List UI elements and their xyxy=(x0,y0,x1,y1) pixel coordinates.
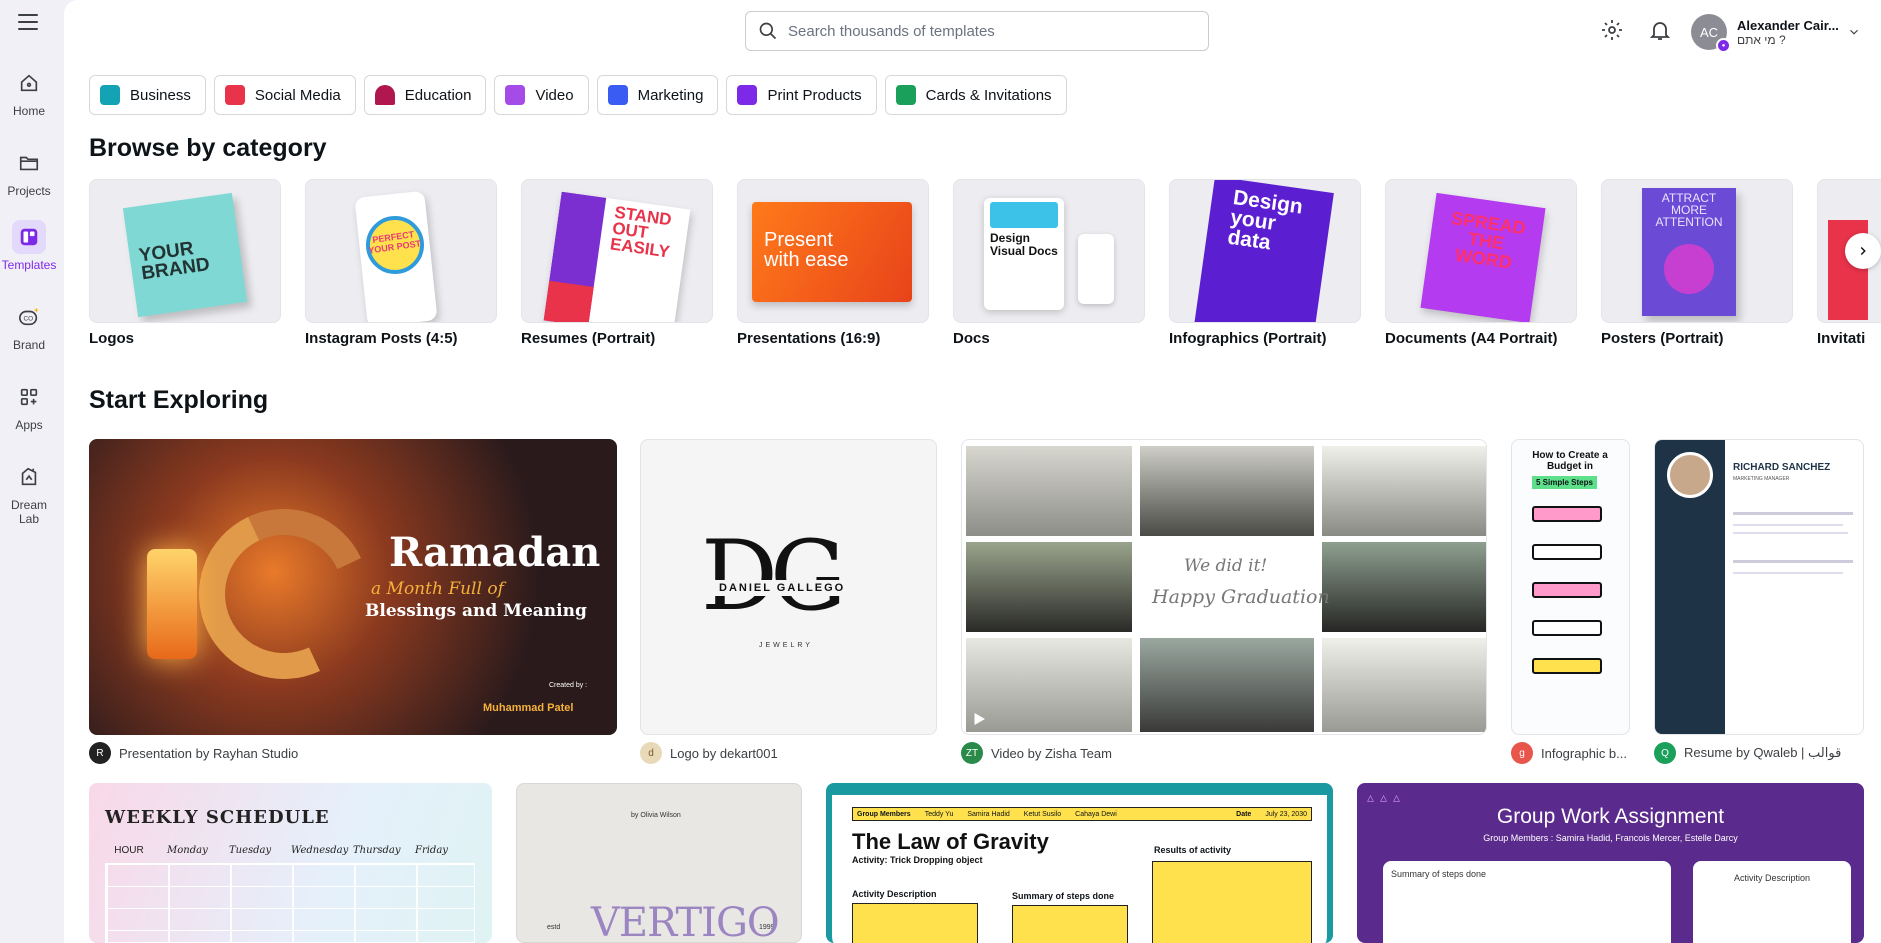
category-thumbnail: STAND OUT EASILY xyxy=(521,179,713,323)
sidebar-item-label: Apps xyxy=(15,418,43,432)
user-subtitle: מי אתם ? xyxy=(1737,32,1786,47)
category-chips: Business Social Media Education Video Ma… xyxy=(89,75,1067,115)
template-card-vertigo[interactable]: by Olivia Wilson estd 1999 VERTIGO xyxy=(516,783,802,943)
category-thumbnail: ATTRACT MORE ATTENTION xyxy=(1601,179,1793,323)
social-media-icon xyxy=(224,85,245,105)
sidebar-item-templates[interactable]: Templates xyxy=(0,220,58,272)
dream-lab-icon xyxy=(12,460,46,494)
play-icon[interactable] xyxy=(970,710,988,728)
main-content: Search thousands of templates AC ● Alexa… xyxy=(64,0,1881,943)
category-instagram-posts[interactable]: PERFECT YOUR POST Instagram Posts (4:5) xyxy=(305,179,497,347)
template-card-video[interactable]: We did it! Happy Graduation xyxy=(961,439,1487,735)
search-placeholder: Search thousands of templates xyxy=(788,22,995,40)
template-card-group-work[interactable]: Group Work Assignment Group Members : Sa… xyxy=(1357,783,1864,943)
sidebar-item-label: Templates xyxy=(1,258,57,272)
sidebar: Home Projects Templates CO Brand Apps Dr… xyxy=(0,0,64,943)
user-name: Alexander Cair... xyxy=(1737,17,1839,33)
template-card-logo[interactable]: DG DANIEL GALLEGO JEWELRY xyxy=(640,439,937,735)
apps-icon xyxy=(12,380,46,414)
printer-icon xyxy=(737,85,758,105)
education-icon xyxy=(374,85,395,105)
avatar: AC ● xyxy=(1691,14,1731,53)
crescent-moon xyxy=(175,485,393,703)
bell-icon[interactable] xyxy=(1648,18,1672,42)
category-logos[interactable]: YOUR BRAND Logos xyxy=(89,179,281,347)
category-thumbnail: YOUR BRAND xyxy=(89,179,281,323)
category-thumbnail: Present with ease xyxy=(737,179,929,323)
category-carousel: YOUR BRAND Logos PERFECT YOUR POST Insta… xyxy=(89,179,1881,347)
carousel-next-button[interactable] xyxy=(1845,233,1881,269)
explore-heading: Start Exploring xyxy=(89,386,269,414)
avatar: d xyxy=(640,742,662,764)
template-caption[interactable]: ZT Video by Zisha Team xyxy=(961,742,1481,764)
template-caption[interactable]: g Infographic b... xyxy=(1511,742,1630,764)
chip-marketing[interactable]: Marketing xyxy=(596,75,719,115)
category-presentations[interactable]: Present with ease Presentations (16:9) xyxy=(737,179,929,347)
brand-icon: CO xyxy=(12,300,46,334)
template-card-ramadan[interactable]: Ramadan a Month Full of Blessings and Me… xyxy=(89,439,617,735)
category-documents[interactable]: SPREAD THE WORD Documents (A4 Portrait) xyxy=(1385,179,1577,347)
sidebar-item-label: Projects xyxy=(7,184,51,198)
category-thumbnail: Design your data xyxy=(1169,179,1361,323)
template-caption[interactable]: Q Resume by Qwaleb | قوالب xyxy=(1654,742,1864,764)
search-input[interactable]: Search thousands of templates xyxy=(745,11,1209,51)
template-card-law-of-gravity[interactable]: Group Members Teddy Yu Samira Hadid Ketu… xyxy=(826,783,1333,943)
sidebar-item-projects[interactable]: Projects xyxy=(0,146,58,198)
gear-icon[interactable] xyxy=(1600,18,1624,42)
search-icon xyxy=(759,22,777,40)
card-icon xyxy=(895,85,916,105)
sidebar-item-dream-lab[interactable]: Dream Lab xyxy=(0,460,58,526)
sidebar-item-label: Dream Lab xyxy=(10,498,47,526)
chip-education[interactable]: Education xyxy=(363,75,487,115)
category-thumbnail: SPREAD THE WORD xyxy=(1385,179,1577,323)
category-resumes[interactable]: STAND OUT EASILY Resumes (Portrait) xyxy=(521,179,713,347)
avatar: R xyxy=(89,742,111,764)
category-thumbnail: PERFECT YOUR POST xyxy=(305,179,497,323)
avatar: g xyxy=(1511,742,1533,764)
chip-video[interactable]: Video xyxy=(494,75,589,115)
svg-text:CO: CO xyxy=(24,316,34,323)
pro-badge: ● xyxy=(1716,38,1731,53)
folder-icon xyxy=(12,146,46,180)
chevron-right-icon xyxy=(1860,246,1866,256)
sidebar-item-apps[interactable]: Apps xyxy=(0,380,58,432)
sidebar-item-brand[interactable]: CO Brand xyxy=(0,300,58,352)
avatar xyxy=(1667,452,1713,498)
category-thumbnail: Design Visual Docs xyxy=(953,179,1145,323)
home-icon xyxy=(12,66,46,100)
browse-heading: Browse by category xyxy=(89,134,327,162)
menu-icon[interactable] xyxy=(18,14,38,30)
sidebar-item-home[interactable]: Home xyxy=(0,66,58,118)
avatar: ZT xyxy=(961,742,983,764)
template-caption[interactable]: d Logo by dekart001 xyxy=(640,742,940,764)
template-card-infographic[interactable]: How to Create a Budget in 5 Simple Steps xyxy=(1511,439,1630,735)
category-posters[interactable]: ATTRACT MORE ATTENTION Posters (Portrait… xyxy=(1601,179,1793,347)
category-docs[interactable]: Design Visual Docs Docs xyxy=(953,179,1145,347)
chip-print-products[interactable]: Print Products xyxy=(726,75,877,115)
template-caption[interactable]: R Presentation by Rayhan Studio xyxy=(89,742,609,764)
chip-business[interactable]: Business xyxy=(89,75,206,115)
category-infographics[interactable]: Design your data Infographics (Portrait) xyxy=(1169,179,1361,347)
megaphone-icon xyxy=(607,85,628,105)
sidebar-item-label: Home xyxy=(12,104,45,118)
chip-social-media[interactable]: Social Media xyxy=(213,75,356,115)
lantern xyxy=(147,549,197,659)
template-card-weekly-schedule[interactable]: WEEKLY SCHEDULE HOUR Monday Tuesday Wedn… xyxy=(89,783,492,943)
chip-cards-invitations[interactable]: Cards & Invitations xyxy=(884,75,1067,115)
template-card-resume[interactable]: RICHARD SANCHEZ MARKETING MANAGER xyxy=(1654,439,1864,735)
chevron-down-icon xyxy=(1849,29,1858,35)
templates-icon xyxy=(12,220,46,254)
business-icon xyxy=(100,85,120,105)
avatar: Q xyxy=(1654,742,1676,764)
sidebar-item-label: Brand xyxy=(12,338,46,352)
decorative-triangles: ▵▵▵ xyxy=(1367,789,1407,805)
user-menu[interactable]: AC ● Alexander Cair... מי אתם ? xyxy=(1691,14,1861,53)
video-icon xyxy=(505,85,526,105)
